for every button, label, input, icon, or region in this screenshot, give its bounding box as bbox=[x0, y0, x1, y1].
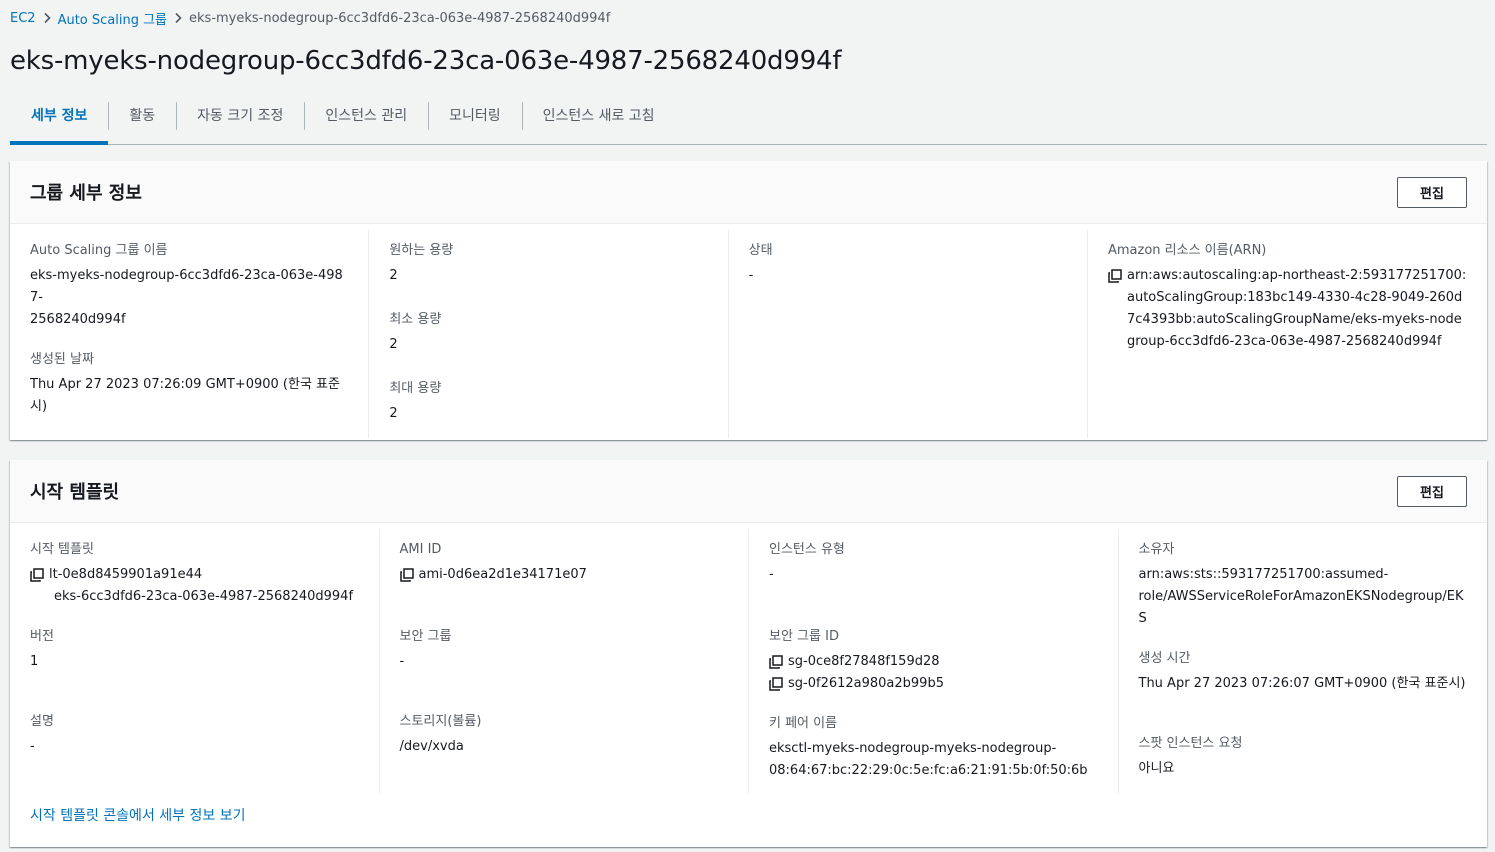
max-capacity-value: 2 bbox=[389, 406, 398, 421]
description-label: 설명 bbox=[30, 714, 54, 729]
group-details-col-4: Amazon 리소스 이름(ARN) arn:aws:autoscaling:a… bbox=[1086, 230, 1487, 438]
group-details-panel: 그룹 세부 정보 편집 Auto Scaling 그룹 이름 eks-myeks… bbox=[10, 161, 1487, 440]
security-group-id-link[interactable]: sg-0ce8f27848f159d28 bbox=[788, 651, 940, 673]
launch-template-panel: 시작 템플릿 편집 시작 템플릿 lt-0e8d8459901a91e44 ek… bbox=[10, 460, 1487, 847]
min-capacity-label: 최소 용량 bbox=[389, 312, 442, 327]
breadcrumb-auto-scaling-groups[interactable]: Auto Scaling 그룹 bbox=[58, 9, 167, 28]
launch-template-label: 시작 템플릿 bbox=[30, 542, 94, 557]
group-details-col-3: 상태 - bbox=[727, 230, 1087, 438]
chevron-right-icon bbox=[167, 12, 189, 24]
key-pair-value: eksctl-myeks-nodegroup-myeks-nodegroup- … bbox=[769, 741, 1088, 778]
copy-icon[interactable] bbox=[399, 568, 414, 582]
group-details-edit-button[interactable]: 편집 bbox=[1397, 176, 1467, 208]
asg-name-label: Auto Scaling 그룹 이름 bbox=[30, 243, 168, 258]
tab-monitoring[interactable]: 모니터링 bbox=[428, 96, 522, 144]
min-capacity-value: 2 bbox=[389, 337, 398, 352]
instance-type-label: 인스턴스 유형 bbox=[769, 542, 845, 557]
group-details-title: 그룹 세부 정보 bbox=[30, 183, 142, 204]
breadcrumb-current: eks-myeks-nodegroup-6cc3dfd6-23ca-063e-4… bbox=[189, 10, 611, 26]
owner-label: 소유자 bbox=[1138, 542, 1175, 557]
copy-icon[interactable] bbox=[769, 677, 783, 691]
ami-id-value: ami-0d6ea2d1e34171e07 bbox=[418, 567, 587, 582]
launch-template-name: eks-6cc3dfd6-23ca-063e-4987-2568240d994f bbox=[54, 589, 354, 604]
breadcrumb: EC2 Auto Scaling 그룹 eks-myeks-nodegroup-… bbox=[10, 9, 611, 28]
created-date-label: 생성된 날짜 bbox=[30, 352, 94, 367]
arn-label: Amazon 리소스 이름(ARN) bbox=[1107, 243, 1267, 258]
version-value: 1 bbox=[30, 654, 39, 669]
status-label: 상태 bbox=[748, 243, 773, 258]
owner-value: arn:aws:sts::593177251700:assumed- role/… bbox=[1138, 567, 1464, 626]
key-pair-label: 키 페어 이름 bbox=[769, 716, 838, 731]
view-in-launch-template-console-link[interactable]: 시작 템플릿 콘솔에서 세부 정보 보기 bbox=[30, 805, 245, 825]
tab-bar: 세부 정보 활동 자동 크기 조정 인스턴스 관리 모니터링 인스턴스 새로 고… bbox=[10, 96, 1487, 145]
max-capacity-label: 최대 용량 bbox=[389, 381, 442, 396]
creation-time-label: 생성 시간 bbox=[1138, 651, 1191, 666]
security-groups-label: 보안 그룹 bbox=[399, 629, 452, 644]
security-group-id-link[interactable]: sg-0f2612a980a2b99b5 bbox=[788, 673, 944, 695]
storage-value: /dev/xvda bbox=[399, 739, 464, 754]
launch-template-col-2: AMI ID ami-0d6ea2d1e34171e07 보안 그룹 - 스토리… bbox=[378, 529, 749, 793]
description-value: - bbox=[30, 739, 35, 754]
tab-details[interactable]: 세부 정보 bbox=[10, 96, 109, 145]
tab-instance-management[interactable]: 인스턴스 관리 bbox=[304, 96, 428, 144]
security-group-ids-label: 보안 그룹 ID bbox=[769, 629, 839, 644]
breadcrumb-ec2[interactable]: EC2 bbox=[10, 11, 36, 26]
group-details-header: 그룹 세부 정보 편집 bbox=[10, 161, 1487, 224]
ami-id-label: AMI ID bbox=[399, 542, 442, 557]
desired-capacity-label: 원하는 용량 bbox=[389, 243, 454, 258]
copy-icon[interactable] bbox=[769, 655, 783, 669]
tab-activity[interactable]: 활동 bbox=[108, 96, 176, 144]
storage-label: 스토리지(볼륨) bbox=[399, 714, 482, 729]
spot-request-label: 스팟 인스턴스 요청 bbox=[1138, 736, 1243, 751]
created-date-value: Thu Apr 27 2023 07:26:09 GMT+0900 (한국 표준… bbox=[30, 377, 340, 414]
instance-type-value: - bbox=[769, 567, 774, 582]
launch-template-header: 시작 템플릿 편집 bbox=[10, 460, 1487, 523]
spot-request-value: 아니요 bbox=[1138, 761, 1175, 776]
launch-template-col-1: 시작 템플릿 lt-0e8d8459901a91e44 eks-6cc3dfd6… bbox=[10, 529, 379, 793]
security-groups-value: - bbox=[399, 654, 405, 669]
group-details-col-2: 원하는 용량 2 최소 용량 2 최대 용량 2 bbox=[368, 230, 727, 438]
copy-icon[interactable] bbox=[1108, 269, 1122, 283]
creation-time-value: Thu Apr 27 2023 07:26:07 GMT+0900 (한국 표준… bbox=[1138, 676, 1466, 691]
tab-automatic-scaling[interactable]: 자동 크기 조정 bbox=[176, 96, 304, 144]
launch-template-id-link[interactable]: lt-0e8d8459901a91e44 bbox=[49, 564, 202, 586]
page-title: eks-myeks-nodegroup-6cc3dfd6-23ca-063e-4… bbox=[10, 46, 842, 76]
asg-name-value: eks-myeks-nodegroup-6cc3dfd6-23ca-063e-4… bbox=[30, 268, 343, 327]
version-label: 버전 bbox=[30, 629, 54, 644]
launch-template-col-3: 인스턴스 유형 - 보안 그룹 ID sg-0ce8f27848f159d28 bbox=[748, 529, 1118, 793]
launch-template-title: 시작 템플릿 bbox=[30, 482, 120, 503]
launch-template-col-4: 소유자 arn:aws:sts::593177251700:assumed- r… bbox=[1117, 529, 1488, 793]
arn-value: arn:aws:autoscaling:ap-northeast-2:59317… bbox=[1126, 268, 1467, 349]
copy-icon[interactable] bbox=[30, 568, 44, 582]
launch-template-edit-button[interactable]: 편집 bbox=[1397, 475, 1467, 507]
tab-instance-refresh[interactable]: 인스턴스 새로 고침 bbox=[521, 96, 676, 144]
group-details-col-1: Auto Scaling 그룹 이름 eks-myeks-nodegroup-6… bbox=[10, 230, 368, 438]
chevron-right-icon bbox=[36, 12, 58, 24]
status-value: - bbox=[748, 268, 754, 283]
desired-capacity-value: 2 bbox=[389, 268, 398, 283]
